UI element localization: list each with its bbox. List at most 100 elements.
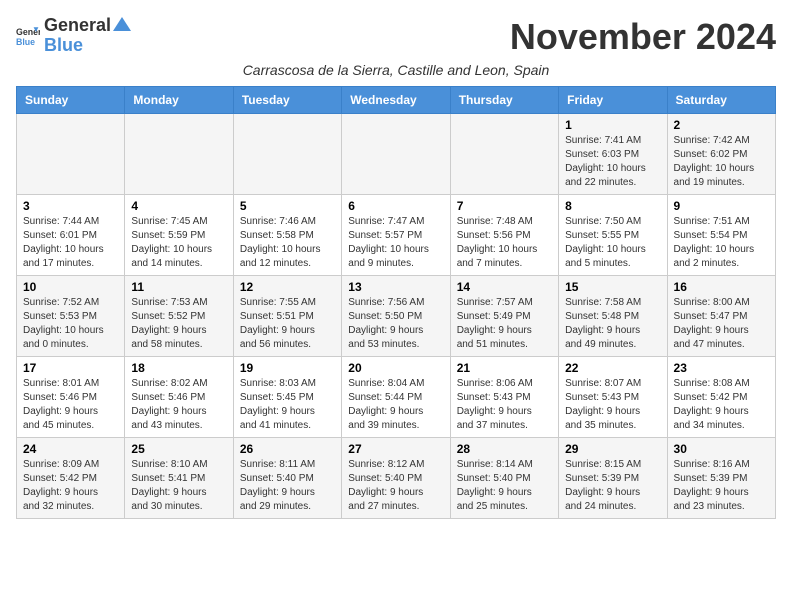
day-number: 13 [348, 280, 443, 294]
day-number: 14 [457, 280, 552, 294]
day-number: 29 [565, 442, 660, 456]
logo: General Blue General Blue [16, 16, 131, 56]
calendar-cell: 20 Sunrise: 8:04 AM Sunset: 5:44 PM Dayli… [342, 357, 450, 438]
day-info: Sunrise: 8:02 AM Sunset: 5:46 PM Dayligh… [131, 377, 226, 433]
day-number: 20 [348, 361, 443, 375]
weekday-header-sunday: Sunday [17, 87, 125, 114]
day-number: 16 [674, 280, 769, 294]
subtitle: Carrascosa de la Sierra, Castille and Le… [16, 62, 776, 78]
day-info: Sunrise: 8:10 AM Sunset: 5:41 PM Dayligh… [131, 458, 226, 514]
calendar-cell: 27Sunrise: 8:12 AM Sunset: 5:40 PM Dayli… [342, 438, 450, 519]
day-info: Sunrise: 8:01 AM Sunset: 5:46 PM Dayligh… [23, 377, 118, 433]
day-info: Sunrise: 7:44 AM Sunset: 6:01 PM Dayligh… [23, 215, 118, 271]
calendar-cell: 28 Sunrise: 8:14 AM Sunset: 5:40 PM Dayli… [450, 438, 558, 519]
day-number: 12 [240, 280, 335, 294]
calendar-cell [17, 114, 125, 195]
calendar-week-row: 3 Sunrise: 7:44 AM Sunset: 6:01 PM Daylig… [17, 195, 776, 276]
calendar-cell: 3 Sunrise: 7:44 AM Sunset: 6:01 PM Daylig… [17, 195, 125, 276]
day-info: Sunrise: 8:15 AM Sunset: 5:39 PM Dayligh… [565, 458, 660, 514]
day-number: 1 [565, 118, 660, 132]
day-number: 30 [674, 442, 769, 456]
day-number: 27 [348, 442, 443, 456]
weekday-header-row: SundayMondayTuesdayWednesdayThursdayFrid… [17, 87, 776, 114]
calendar-cell: 19 Sunrise: 8:03 AM Sunset: 5:45 PM Dayli… [233, 357, 341, 438]
day-info: Sunrise: 7:57 AM Sunset: 5:49 PM Dayligh… [457, 296, 552, 352]
calendar-cell [233, 114, 341, 195]
calendar-cell: 16 Sunrise: 8:00 AM Sunset: 5:47 PM Dayli… [667, 276, 775, 357]
day-info: Sunrise: 8:16 AM Sunset: 5:39 PM Dayligh… [674, 458, 769, 514]
calendar-cell: 22 Sunrise: 8:07 AM Sunset: 5:43 PM Dayli… [559, 357, 667, 438]
month-title: November 2024 [510, 16, 776, 58]
day-number: 11 [131, 280, 226, 294]
day-info: Sunrise: 8:03 AM Sunset: 5:45 PM Dayligh… [240, 377, 335, 433]
day-number: 21 [457, 361, 552, 375]
day-number: 25 [131, 442, 226, 456]
weekday-header-monday: Monday [125, 87, 233, 114]
weekday-header-friday: Friday [559, 87, 667, 114]
day-number: 2 [674, 118, 769, 132]
logo-icon: General Blue [16, 24, 40, 48]
weekday-header-saturday: Saturday [667, 87, 775, 114]
calendar-cell: 30 Sunrise: 8:16 AM Sunset: 5:39 PM Dayli… [667, 438, 775, 519]
calendar-cell: 29 Sunrise: 8:15 AM Sunset: 5:39 PM Dayli… [559, 438, 667, 519]
weekday-header-wednesday: Wednesday [342, 87, 450, 114]
calendar-cell: 23Sunrise: 8:08 AM Sunset: 5:42 PM Dayli… [667, 357, 775, 438]
calendar-cell: 17 Sunrise: 8:01 AM Sunset: 5:46 PM Dayli… [17, 357, 125, 438]
day-number: 6 [348, 199, 443, 213]
calendar-cell: 4Sunrise: 7:45 AM Sunset: 5:59 PM Daylig… [125, 195, 233, 276]
day-number: 15 [565, 280, 660, 294]
calendar-cell: 15 Sunrise: 7:58 AM Sunset: 5:48 PM Dayli… [559, 276, 667, 357]
day-number: 22 [565, 361, 660, 375]
calendar-week-row: 10Sunrise: 7:52 AM Sunset: 5:53 PM Dayli… [17, 276, 776, 357]
day-info: Sunrise: 8:08 AM Sunset: 5:42 PM Dayligh… [674, 377, 769, 433]
calendar-cell: 24 Sunrise: 8:09 AM Sunset: 5:42 PM Dayli… [17, 438, 125, 519]
calendar-cell: 8 Sunrise: 7:50 AM Sunset: 5:55 PM Daylig… [559, 195, 667, 276]
day-info: Sunrise: 7:50 AM Sunset: 5:55 PM Dayligh… [565, 215, 660, 271]
calendar-cell: 13 Sunrise: 7:56 AM Sunset: 5:50 PM Dayli… [342, 276, 450, 357]
day-info: Sunrise: 7:53 AM Sunset: 5:52 PM Dayligh… [131, 296, 226, 352]
calendar-cell: 21Sunrise: 8:06 AM Sunset: 5:43 PM Dayli… [450, 357, 558, 438]
calendar-cell: 9Sunrise: 7:51 AM Sunset: 5:54 PM Daylig… [667, 195, 775, 276]
day-number: 8 [565, 199, 660, 213]
day-info: Sunrise: 7:46 AM Sunset: 5:58 PM Dayligh… [240, 215, 335, 271]
day-number: 19 [240, 361, 335, 375]
day-number: 9 [674, 199, 769, 213]
logo-blue-text: Blue [44, 35, 83, 55]
weekday-header-tuesday: Tuesday [233, 87, 341, 114]
day-info: Sunrise: 7:56 AM Sunset: 5:50 PM Dayligh… [348, 296, 443, 352]
day-number: 17 [23, 361, 118, 375]
day-info: Sunrise: 7:52 AM Sunset: 5:53 PM Dayligh… [23, 296, 118, 352]
day-number: 26 [240, 442, 335, 456]
logo-triangle-icon [113, 17, 131, 31]
day-number: 24 [23, 442, 118, 456]
header: General Blue General Blue November 2024 [16, 16, 776, 58]
day-number: 18 [131, 361, 226, 375]
calendar-cell: 26 Sunrise: 8:11 AM Sunset: 5:40 PM Dayli… [233, 438, 341, 519]
day-info: Sunrise: 8:14 AM Sunset: 5:40 PM Dayligh… [457, 458, 552, 514]
calendar-cell: 1 Sunrise: 7:41 AM Sunset: 6:03 PM Daylig… [559, 114, 667, 195]
calendar-cell: 7Sunrise: 7:48 AM Sunset: 5:56 PM Daylig… [450, 195, 558, 276]
calendar-week-row: 24 Sunrise: 8:09 AM Sunset: 5:42 PM Dayli… [17, 438, 776, 519]
day-info: Sunrise: 7:58 AM Sunset: 5:48 PM Dayligh… [565, 296, 660, 352]
day-info: Sunrise: 8:11 AM Sunset: 5:40 PM Dayligh… [240, 458, 335, 514]
day-number: 5 [240, 199, 335, 213]
logo-general-text: General [44, 16, 111, 36]
calendar-week-row: 17 Sunrise: 8:01 AM Sunset: 5:46 PM Dayli… [17, 357, 776, 438]
day-info: Sunrise: 7:47 AM Sunset: 5:57 PM Dayligh… [348, 215, 443, 271]
day-info: Sunrise: 7:45 AM Sunset: 5:59 PM Dayligh… [131, 215, 226, 271]
calendar-cell: 14 Sunrise: 7:57 AM Sunset: 5:49 PM Dayli… [450, 276, 558, 357]
day-number: 28 [457, 442, 552, 456]
day-info: Sunrise: 8:09 AM Sunset: 5:42 PM Dayligh… [23, 458, 118, 514]
calendar-table: SundayMondayTuesdayWednesdayThursdayFrid… [16, 86, 776, 519]
day-info: Sunrise: 8:07 AM Sunset: 5:43 PM Dayligh… [565, 377, 660, 433]
day-info: Sunrise: 7:41 AM Sunset: 6:03 PM Dayligh… [565, 134, 660, 190]
calendar-cell: 6 Sunrise: 7:47 AM Sunset: 5:57 PM Daylig… [342, 195, 450, 276]
day-info: Sunrise: 8:04 AM Sunset: 5:44 PM Dayligh… [348, 377, 443, 433]
calendar-cell [450, 114, 558, 195]
calendar-cell: 11 Sunrise: 7:53 AM Sunset: 5:52 PM Dayli… [125, 276, 233, 357]
day-info: Sunrise: 8:00 AM Sunset: 5:47 PM Dayligh… [674, 296, 769, 352]
calendar-cell: 2Sunrise: 7:42 AM Sunset: 6:02 PM Daylig… [667, 114, 775, 195]
weekday-header-thursday: Thursday [450, 87, 558, 114]
day-info: Sunrise: 7:48 AM Sunset: 5:56 PM Dayligh… [457, 215, 552, 271]
day-number: 3 [23, 199, 118, 213]
